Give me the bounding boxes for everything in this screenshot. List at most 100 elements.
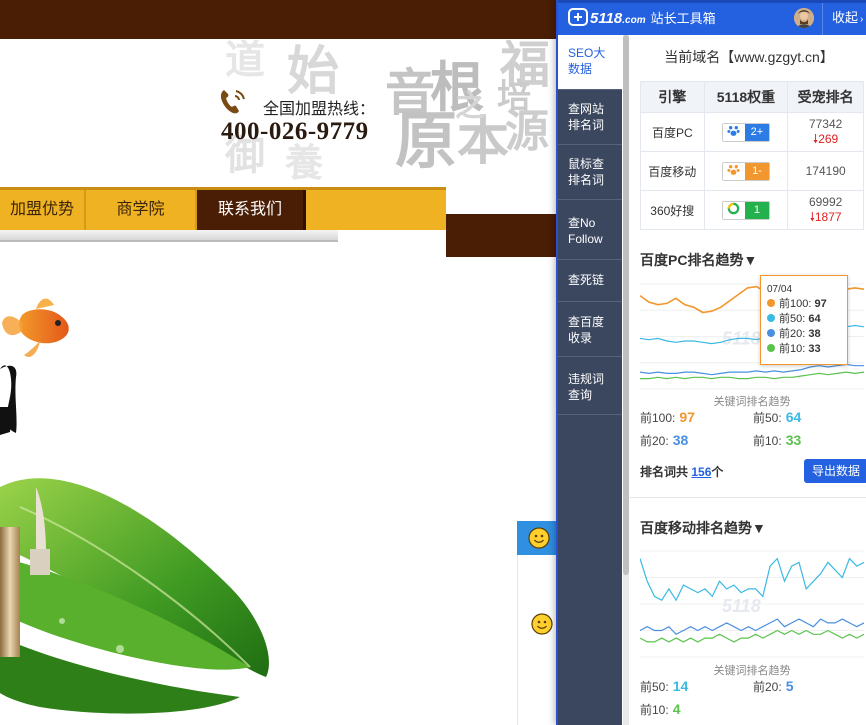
mobile-legend-label: 关键词排名趋势 [713,665,791,677]
sidebar-item-baidu-index[interactable]: 查百度收录 [558,302,622,357]
stat-label: 前20: [753,680,782,694]
sidebar-item-nofollow[interactable]: 查No Follow [558,200,622,260]
sidebar-item-seo-bigdata[interactable]: SEO大数据 [558,35,622,90]
total-keywords-link[interactable]: 156 [691,465,711,479]
hero-banner-image [0,298,269,714]
rank-value: 174190 [805,163,846,178]
sidebar-item-banned-words[interactable]: 违规词查询 [558,357,622,415]
mobile-trend-chart[interactable]: 5118 [640,545,864,663]
pc-stat-top100: 前100: 97 [640,409,695,426]
smiley-icon[interactable] [531,613,553,635]
stat-value: 5 [785,678,794,694]
column-header: 5118权重 [703,81,789,113]
user-avatar[interactable] [794,8,814,28]
baidu-paw-icon [722,123,745,141]
engine-name: 360好搜 [640,190,705,230]
stat-value: 4 [672,701,681,717]
panel-logo: 5118.com 站长工具箱 [568,8,716,27]
360-ring-icon [722,201,745,219]
tooltip-row: 前20: 38 [767,327,841,342]
stat-label: 前20: [640,434,669,448]
sidebar-item-site-rank-words[interactable]: 查网站排名词 [558,90,622,145]
engine-name: 百度移动 [640,151,705,191]
tooltip-label: 前100: [779,298,812,310]
nav-item-contact-us[interactable]: 联系我们 [197,190,306,230]
tooltip-label: 前10: [779,343,806,355]
tooltip-label: 前50: [779,313,806,325]
site-nav: 加盟优势 商学院 联系我们 [0,187,446,230]
weight-badge[interactable]: 1 [721,200,770,220]
collapse-button[interactable]: 收起 › [822,3,866,35]
baidu-paw-icon [722,162,745,180]
table-row: 百度PC 2+ 77342 🠗269 [640,112,864,152]
stat-label: 前10: [753,434,782,448]
column-header: 引擎 [640,81,705,113]
tooltip-row: 前10: 33 [767,342,841,357]
table-header-row: 引擎 5118权重 受宠排名 [640,81,864,113]
sidebar-item-label: 违规词查询 [568,372,605,402]
tooltip-row: 前100: 97 [767,297,841,312]
export-data-button[interactable]: 导出数据 [804,459,866,483]
panel-scrollbar[interactable] [623,35,629,725]
sidebar-item-mouse-rank-words[interactable]: 鼠标查排名词 [558,145,622,200]
current-domain: 当前域名【www.gzgyt.cn】 [664,49,834,65]
pc-stat-top50: 前50: 64 [753,409,801,426]
column-header: 受宠排名 [787,81,864,113]
scrollbar-thumb[interactable] [623,35,629,575]
panel-header: 5118.com 站长工具箱 收起 › [558,0,866,35]
legend-dot-icon [767,344,775,352]
chat-widget-header[interactable] [517,521,557,555]
weight-badge[interactable]: 1- [721,161,770,181]
5118-logo-icon [568,8,588,26]
legend-dot-icon [767,299,775,307]
mobile-stat-top10: 前10: 4 [640,701,680,718]
collapse-label: 收起 [832,10,859,25]
logo-domain: .com [622,15,646,26]
pc-legend-label: 关键词排名趋势 [713,396,791,408]
rank-value: 69992 [808,195,843,209]
nav-shadow [0,230,338,242]
weight-value: 2+ [744,123,769,141]
tooltip-value: 64 [808,313,821,325]
total-unit: 个 [711,465,724,479]
total-label: 排名词共 [640,465,689,479]
stat-value: 97 [679,409,695,425]
chat-widget-body [517,555,557,725]
legend-dot-icon [767,329,775,337]
weight-value: 1- [744,162,769,180]
sidebar-item-label: 查No Follow [568,216,603,246]
stat-value: 14 [672,678,689,694]
weight-table: 引擎 5118权重 受宠排名 百度PC 2+ 77342 🠗269 百度移动 1… [640,81,864,230]
mobile-stat-top20: 前20: 5 [753,678,793,695]
chart-tooltip: 07/04 前100: 97 前50: 64 前20: 38 前10: 33 [760,275,848,365]
mobile-stat-top50: 前50: 14 [640,678,688,695]
rank-value: 77342 [808,117,843,131]
pc-trend-title[interactable]: 百度PC排名趋势▼ [640,250,757,270]
tooltip-date: 07/04 [767,284,793,295]
nav-item-business-school[interactable]: 商学院 [86,190,197,230]
browser-viewport: 道 始 音 根 原 本 之 福 培 源 御 養 全国加盟热线： 400-026-… [0,0,866,725]
sidebar-item-label: 查百度收录 [568,315,605,345]
hotline-label: 全国加盟热线： [263,101,376,118]
stat-label: 前10: [640,703,669,717]
logo-brand: 5118 [590,10,623,27]
sidebar-item-label: 查死链 [568,273,605,287]
table-row: 百度移动 1- 174190 [640,151,864,191]
series-line-前50 [640,557,864,602]
stat-value: 38 [672,432,689,448]
chevron-right-icon: › [860,14,864,25]
hotline-block: 全国加盟热线： 400-026-9779 [218,86,418,148]
rank-change: 1877 [814,210,842,224]
mobile-trend-title[interactable]: 百度移动排名趋势▼ [640,518,766,538]
nav-item-franchise-advantage[interactable]: 加盟优势 [0,190,86,230]
phone-icon [220,90,245,114]
sidebar-item-dead-links[interactable]: 查死链 [558,260,622,302]
section-divider [630,497,866,498]
panel-content: 当前域名【www.gzgyt.cn】 引擎 5118权重 受宠排名 百度PC 2… [630,35,866,725]
stat-label: 前50: [753,411,782,425]
weight-badge[interactable]: 2+ [721,122,770,142]
table-row: 360好搜 1 69992 🠗1877 [640,190,864,230]
engine-name: 百度PC [640,112,705,152]
watermark-logo: 5118 [722,596,761,616]
seo-toolbox-panel: 5118.com 站长工具箱 收起 › SEO大数据 查网站排名词 鼠标查排名词 查… [556,0,866,725]
